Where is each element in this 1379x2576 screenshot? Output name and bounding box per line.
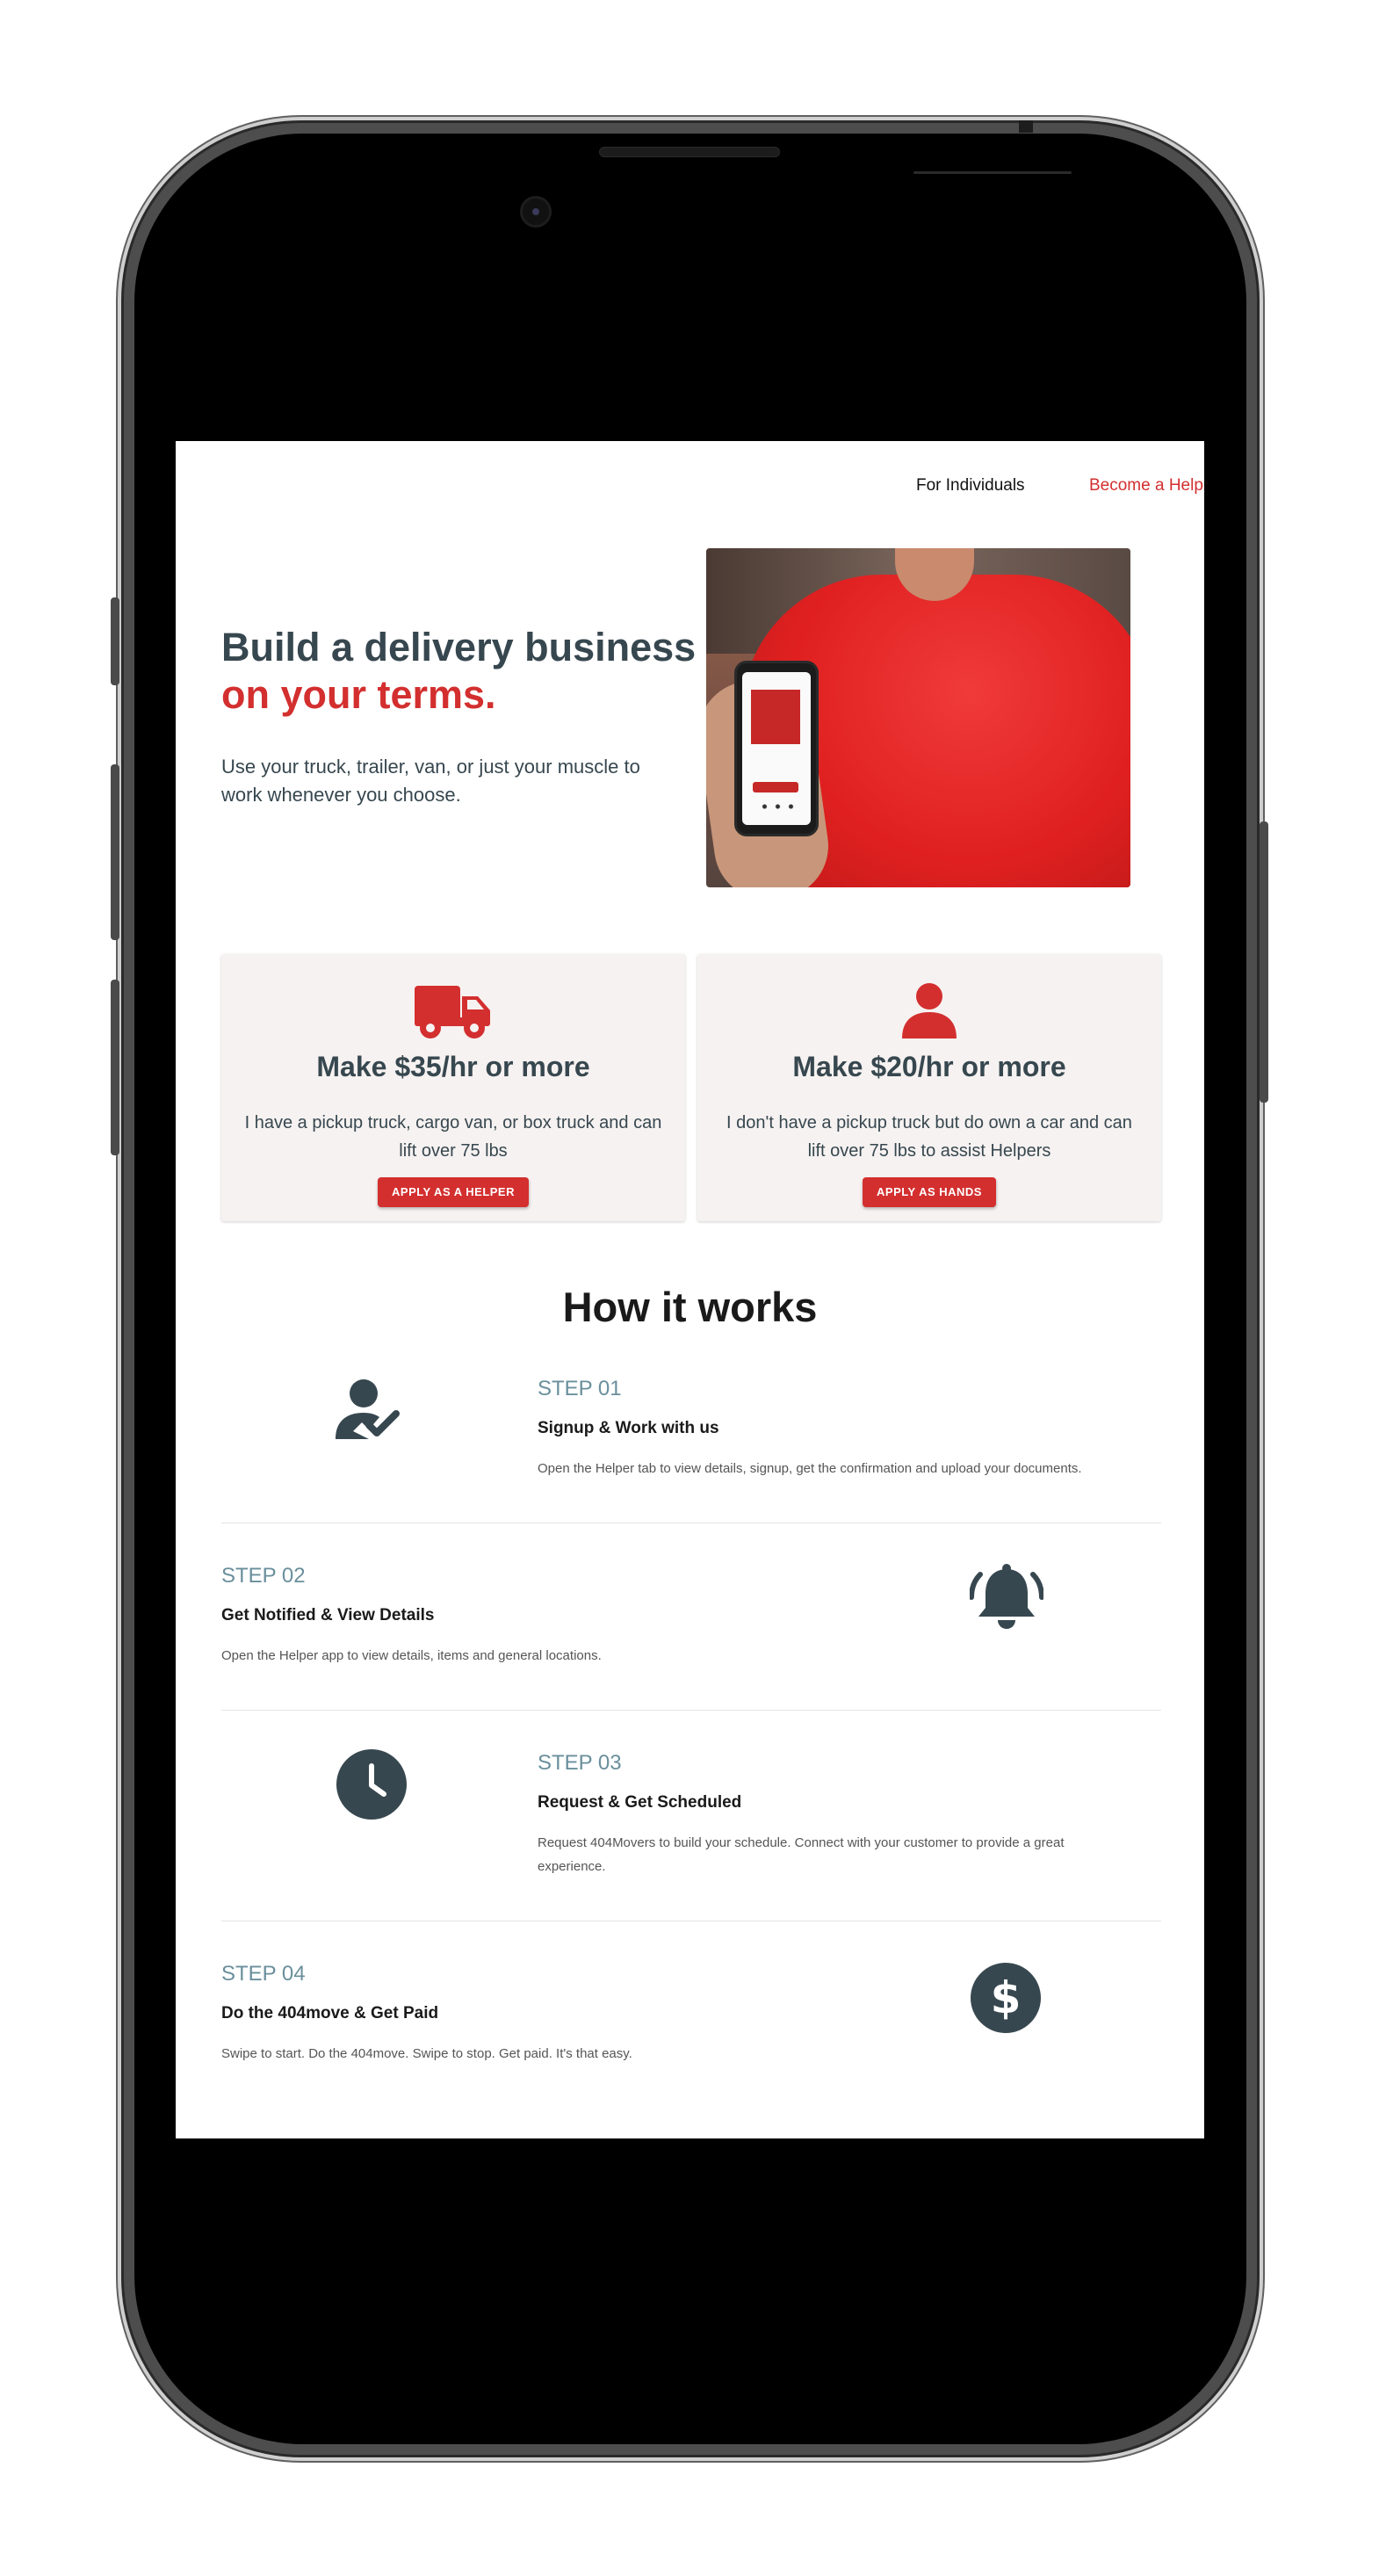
person-icon (899, 982, 960, 1045)
hero-image-dots (758, 804, 797, 809)
step-04-number: STEP 04 (221, 1962, 306, 1986)
helper-card-title: Make $35/hr or more (316, 1051, 590, 1082)
step-03-description: Request 404Movers to build your schedule… (538, 1835, 1065, 1874)
hero-title-line2: on your terms. (221, 672, 496, 717)
svg-text:$: $ (991, 1972, 1022, 2023)
power-button (1260, 821, 1268, 1103)
hero-title-line1: Build a delivery business (221, 625, 697, 669)
antenna-band (1019, 120, 1033, 133)
step-02-heading: Get Notified & View Details (221, 1606, 435, 1624)
mute-switch (111, 597, 119, 685)
person-check-icon (336, 1379, 406, 1445)
helper-card-text: I have a pickup truck, cargo van, or box… (244, 1113, 662, 1161)
front-camera (520, 196, 552, 228)
apply-helper-button[interactable]: APPLY AS A HELPER (378, 1177, 529, 1207)
clock-icon (336, 1748, 408, 1825)
step-01-number: STEP 01 (538, 1377, 622, 1400)
hands-card-text: I don't have a pickup truck but do own a… (726, 1113, 1132, 1161)
step-04-heading: Do the 404move & Get Paid (221, 2004, 439, 2022)
step-03-number: STEP 03 (538, 1751, 622, 1775)
hero-image-app-logo (751, 690, 800, 744)
step-01-heading: Signup & Work with us (538, 1419, 719, 1437)
how-it-works-title: How it works (562, 1284, 818, 1330)
hero-image-phone (734, 661, 819, 836)
step-02-number: STEP 02 (221, 1564, 306, 1588)
step-01-description: Open the Helper tab to view details, sig… (538, 1461, 1082, 1476)
hero-subtitle: Use your truck, trailer, van, or just yo… (221, 756, 640, 806)
hero-image (706, 548, 1130, 887)
top-nav: For Individuals Become a Help (176, 476, 1204, 506)
earpiece-speaker (599, 147, 780, 157)
dollar-icon: $ (970, 1962, 1042, 2038)
hands-card: Make $20/hr or more I don't have a picku… (697, 954, 1161, 1221)
bell-icon (969, 1562, 1044, 1640)
step-divider (221, 1710, 1161, 1711)
nav-for-individuals[interactable]: For Individuals (916, 476, 1025, 496)
hero-title: Build a delivery business on your terms. (221, 624, 713, 719)
volume-down-button (111, 980, 119, 1155)
sensor-strip (913, 171, 1072, 174)
apply-hands-button[interactable]: APPLY AS HANDS (863, 1177, 996, 1207)
nav-become-helper[interactable]: Become a Help (1089, 476, 1203, 496)
hands-card-title: Make $20/hr or more (792, 1051, 1066, 1082)
step-03-heading: Request & Get Scheduled (538, 1793, 742, 1812)
truck-icon (413, 982, 494, 1045)
volume-up-button (111, 764, 119, 940)
step-04-description: Swipe to start. Do the 404move. Swipe to… (221, 2046, 632, 2061)
hero-image-get-started (753, 782, 798, 792)
helper-card: Make $35/hr or more I have a pickup truc… (221, 954, 685, 1221)
step-02-description: Open the Helper app to view details, ite… (221, 1648, 602, 1663)
screen: For Individuals Become a Help Build a de… (176, 441, 1204, 2138)
